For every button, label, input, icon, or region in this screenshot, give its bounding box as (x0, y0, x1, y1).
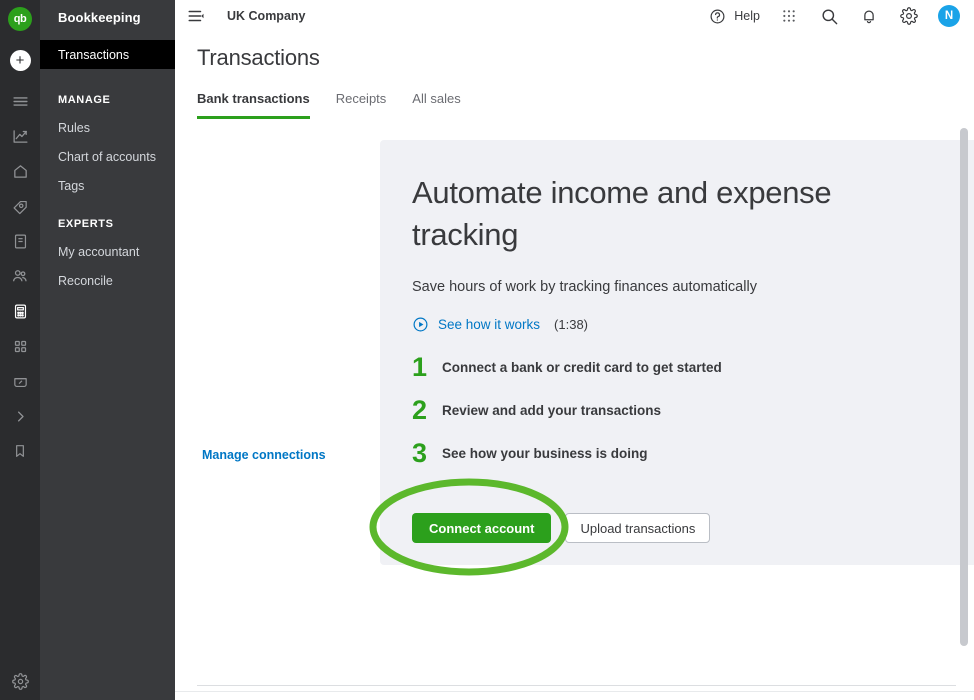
step-text: Connect a bank or credit card to get sta… (442, 360, 722, 375)
see-how-it-works-row[interactable]: See how it works (1:38) (412, 316, 588, 333)
home-icon[interactable] (8, 159, 32, 183)
tab-bank-transactions[interactable]: Bank transactions (197, 91, 310, 119)
step-number: 1 (412, 352, 428, 382)
top-bar-actions: Help N (706, 5, 960, 27)
video-duration: (1:38) (554, 317, 589, 332)
help-label: Help (734, 9, 760, 23)
apps-grid-icon[interactable] (8, 334, 32, 358)
bookmark-icon[interactable] (8, 439, 32, 463)
icon-rail: qb + (0, 0, 40, 700)
tab-all-sales[interactable]: All sales (412, 91, 460, 119)
rail-settings-button[interactable] (0, 673, 40, 690)
company-name[interactable]: UK Company (227, 9, 305, 23)
page-title: Transactions (197, 45, 320, 70)
people-icon[interactable] (8, 264, 32, 288)
steps-list: 1 Connect a bank or credit card to get s… (412, 346, 722, 475)
upload-transactions-button[interactable]: Upload transactions (565, 513, 711, 543)
main-content: UK Company Help N Transactions Bank tran… (175, 0, 974, 700)
banking-icon[interactable] (8, 369, 32, 393)
calculator-icon[interactable] (8, 299, 32, 323)
chevron-right-icon[interactable] (8, 404, 32, 428)
invoice-icon[interactable] (8, 229, 32, 253)
manage-connections-link[interactable]: Manage connections (202, 448, 326, 462)
rail-icon-list (8, 89, 32, 463)
play-circle-icon (412, 316, 429, 333)
sidebar-item-chart-of-accounts[interactable]: Chart of accounts (40, 150, 175, 164)
vertical-scrollbar[interactable] (960, 128, 968, 646)
app-window: qb + Bookkeeping Transactions MANAGE Rul… (0, 0, 974, 700)
quickbooks-logo-icon[interactable]: qb (8, 7, 32, 31)
tab-receipts[interactable]: Receipts (336, 91, 387, 119)
sidebar-item-rules[interactable]: Rules (40, 121, 175, 135)
sidebar-item-transactions[interactable]: Transactions (40, 40, 175, 69)
logo-text: qb (13, 12, 27, 25)
list-item: 3 See how your business is doing (412, 432, 722, 475)
card-subheading: Save hours of work by tracking finances … (412, 279, 757, 295)
quick-create-button[interactable]: + (9, 50, 31, 71)
step-number: 3 (412, 438, 428, 468)
tab-divider (197, 118, 974, 119)
step-number: 2 (412, 395, 428, 425)
sidebar: Bookkeeping Transactions MANAGE Rules Ch… (40, 0, 175, 700)
bell-icon[interactable] (858, 5, 880, 27)
collapse-menu-icon[interactable] (185, 5, 207, 27)
step-text: See how your business is doing (442, 446, 648, 461)
sidebar-item-tags[interactable]: Tags (40, 179, 175, 193)
content-divider (197, 685, 956, 686)
sidebar-group-experts: EXPERTS (58, 218, 114, 230)
sidebar-item-reconcile[interactable]: Reconcile (40, 274, 175, 288)
menu-icon[interactable] (8, 89, 32, 113)
footer-divider (175, 691, 974, 692)
list-item: 2 Review and add your transactions (412, 389, 722, 432)
sales-icon[interactable] (8, 194, 32, 218)
card-heading: Automate income and expense tracking (412, 175, 832, 252)
tab-bar: Bank transactions Receipts All sales (197, 91, 974, 119)
avatar-initial: N (944, 10, 954, 22)
chart-line-icon[interactable] (8, 124, 32, 148)
help-button[interactable]: Help (706, 5, 760, 27)
connect-account-button[interactable]: Connect account (412, 513, 552, 543)
sidebar-group-manage: MANAGE (58, 94, 111, 106)
list-item: 1 Connect a bank or credit card to get s… (412, 346, 722, 389)
onboarding-card: Automate income and expense tracking Sav… (380, 140, 974, 565)
card-action-row: Connect account Upload transactions (412, 513, 711, 543)
gear-icon[interactable] (898, 5, 920, 27)
sidebar-title: Bookkeeping (58, 10, 141, 25)
see-how-it-works-link[interactable]: See how it works (438, 317, 540, 332)
sidebar-item-label: Transactions (58, 47, 130, 62)
question-circle-icon (706, 5, 728, 27)
avatar[interactable]: N (938, 5, 960, 27)
apps-grid-icon[interactable] (778, 5, 800, 27)
gear-icon (11, 673, 29, 690)
search-icon[interactable] (818, 5, 840, 27)
step-text: Review and add your transactions (442, 403, 662, 418)
plus-icon: + (15, 52, 25, 69)
top-bar: UK Company Help N (175, 0, 974, 32)
sidebar-item-my-accountant[interactable]: My accountant (40, 245, 175, 259)
